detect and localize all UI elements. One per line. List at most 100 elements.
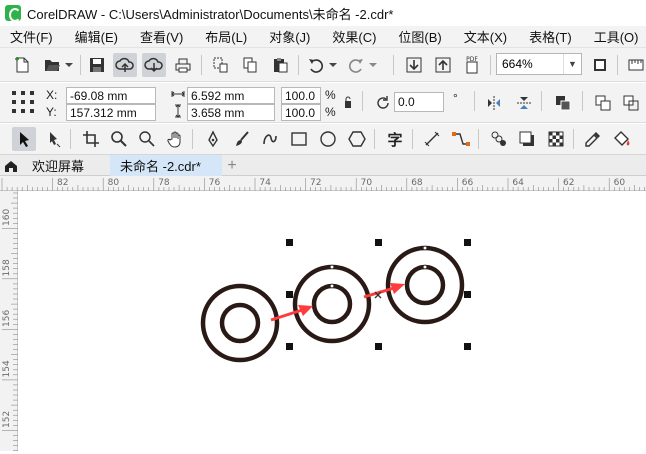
rotation-angle-field[interactable]	[394, 92, 444, 112]
mirror-horizontal-icon	[488, 96, 500, 110]
open-button[interactable]	[40, 53, 64, 77]
save-button[interactable]	[85, 53, 109, 77]
inner-circle[interactable]	[219, 302, 261, 344]
handle-middle-left[interactable]	[286, 291, 293, 298]
concentric-circles-middle[interactable]	[292, 264, 372, 344]
object-origin-icon[interactable]	[10, 89, 36, 115]
cut-button[interactable]	[208, 53, 232, 77]
mirror-horizontal-button[interactable]	[482, 91, 506, 115]
handle-bottom-right[interactable]	[464, 343, 471, 350]
outer-circle[interactable]	[292, 264, 372, 344]
cloud-upload-button[interactable]	[113, 53, 137, 77]
paint-bucket-icon	[614, 131, 630, 146]
handle-middle-right[interactable]	[464, 291, 471, 298]
circle-node[interactable]	[422, 245, 428, 251]
menu-layout[interactable]: 布局(L)	[194, 27, 258, 46]
artistic-media-tool[interactable]	[230, 127, 254, 151]
menu-view[interactable]: 查看(V)	[129, 27, 194, 46]
circle-node[interactable]	[329, 283, 335, 289]
width-field[interactable]	[187, 87, 275, 104]
connector-tool[interactable]	[449, 127, 473, 151]
rectangle-tool[interactable]	[287, 127, 311, 151]
x-label: X:	[46, 88, 58, 102]
trim-button[interactable]	[619, 91, 643, 115]
horizontal-ruler[interactable]: 82 80 78 76 74 72 70 68 66 64 62 60	[0, 176, 646, 191]
menu-bitmaps[interactable]: 位图(B)	[387, 27, 452, 46]
outer-circle[interactable]	[200, 283, 280, 363]
ellipse-tool[interactable]	[316, 127, 340, 151]
transparency-tool[interactable]	[544, 127, 568, 151]
handle-bottom-middle[interactable]	[375, 343, 382, 350]
zoom-out-tool[interactable]	[135, 127, 159, 151]
shape-tool[interactable]	[42, 127, 66, 151]
lock-ratio-icon[interactable]	[343, 95, 353, 109]
degree-unit: °	[453, 91, 458, 105]
publish-pdf-button[interactable]: PDF	[460, 53, 484, 77]
new-document-button[interactable]	[10, 53, 34, 77]
height-field[interactable]	[187, 104, 275, 121]
trim-icon	[623, 95, 639, 111]
inner-circle[interactable]	[311, 283, 353, 325]
ruler-tick-label: 68	[411, 178, 423, 188]
zoom-level-input[interactable]	[497, 54, 563, 74]
import-button[interactable]	[402, 53, 426, 77]
zoom-tool[interactable]	[107, 127, 131, 151]
menu-tools[interactable]: 工具(O)	[583, 27, 646, 46]
options-button[interactable]	[624, 53, 646, 77]
menu-table[interactable]: 表格(T)	[518, 27, 583, 46]
pan-tool[interactable]	[164, 127, 188, 151]
weld-button[interactable]	[591, 91, 615, 115]
open-dropdown[interactable]	[62, 53, 76, 77]
redo-button[interactable]	[344, 53, 368, 77]
handle-top-right[interactable]	[464, 239, 471, 246]
color-eyedropper-tool[interactable]	[581, 127, 605, 151]
print-button[interactable]	[171, 53, 195, 77]
crop-tool[interactable]	[79, 127, 103, 151]
menu-file[interactable]: 文件(F)	[0, 27, 64, 46]
tab-document[interactable]: 未命名 -2.cdr*	[110, 155, 222, 176]
red-arrow-right[interactable]	[363, 283, 405, 299]
x-position-field[interactable]	[66, 87, 156, 104]
menu-effects[interactable]: 效果(C)	[321, 27, 387, 46]
bezier-tool[interactable]	[258, 127, 282, 151]
cloud-download-button[interactable]	[142, 53, 166, 77]
vertical-ruler[interactable]: 160 158 156 154 152	[0, 191, 18, 451]
drop-shadow-tool[interactable]	[515, 127, 539, 151]
interactive-fill-tool[interactable]	[610, 127, 634, 151]
export-button[interactable]	[431, 53, 455, 77]
redo-dropdown[interactable]	[366, 53, 380, 77]
home-tab[interactable]	[0, 155, 22, 176]
menu-edit[interactable]: 编辑(E)	[64, 27, 129, 46]
scale-y-field[interactable]	[281, 104, 321, 121]
pen-tool[interactable]	[201, 127, 225, 151]
chevron-down-icon[interactable]: ▼	[563, 54, 581, 74]
copy-button[interactable]	[238, 53, 262, 77]
drawing-canvas[interactable]	[19, 192, 646, 451]
blend-tool[interactable]	[487, 127, 511, 151]
mirror-vertical-button[interactable]	[512, 91, 536, 115]
zoom-level-combobox[interactable]: ▼	[496, 53, 582, 75]
circle-node[interactable]	[329, 264, 335, 270]
y-position-field[interactable]	[66, 104, 156, 121]
undo-button[interactable]	[304, 53, 328, 77]
add-tab-button[interactable]: +	[223, 157, 241, 174]
polygon-tool[interactable]	[345, 127, 369, 151]
mirror-vertical-icon	[517, 97, 531, 109]
undo-dropdown[interactable]	[326, 53, 340, 77]
paste-button[interactable]	[268, 53, 292, 77]
circle-node[interactable]	[422, 264, 428, 270]
scale-x-field[interactable]	[281, 87, 321, 104]
handle-bottom-left[interactable]	[286, 343, 293, 350]
concentric-circles-left[interactable]	[200, 283, 280, 363]
handle-top-middle[interactable]	[375, 239, 382, 246]
pick-tool[interactable]	[12, 127, 36, 151]
handle-top-left[interactable]	[286, 239, 293, 246]
menu-object[interactable]: 对象(J)	[258, 27, 321, 46]
inner-circle[interactable]	[404, 264, 446, 306]
parallel-dimension-tool[interactable]	[420, 127, 444, 151]
full-screen-preview-button[interactable]	[588, 53, 612, 77]
group-button[interactable]	[551, 91, 575, 115]
tab-welcome-screen[interactable]: 欢迎屏幕	[22, 155, 110, 176]
text-tool[interactable]: 字	[383, 127, 407, 151]
menu-text[interactable]: 文本(X)	[453, 27, 518, 46]
